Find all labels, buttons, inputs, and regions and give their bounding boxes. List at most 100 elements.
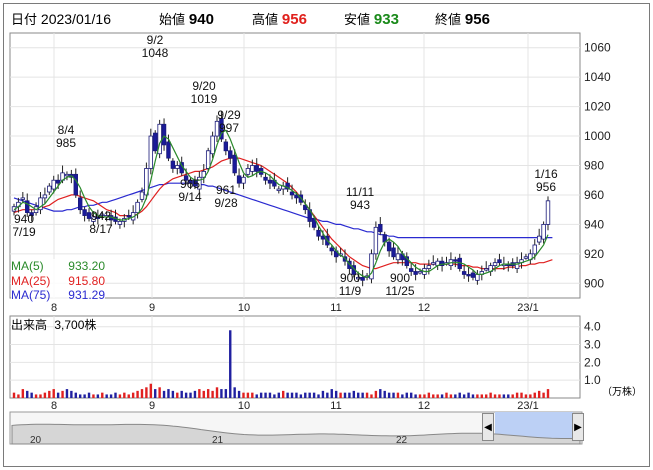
volume-bar: [273, 394, 276, 398]
volume-bar: [493, 394, 497, 398]
candle-body: [395, 253, 401, 261]
candle-body: [426, 265, 432, 269]
candle-body: [55, 179, 61, 184]
volume-bar: [414, 394, 417, 398]
candle-body: [73, 173, 78, 196]
annotation-date: 9/14: [178, 190, 202, 204]
price-tick-label: 1020: [584, 100, 611, 114]
candle-body: [254, 165, 259, 172]
candle-body: [532, 244, 537, 255]
volume-bar: [392, 392, 395, 398]
volume-bar: [489, 392, 492, 398]
candle-body: [475, 274, 480, 281]
volume-bar: [374, 390, 378, 398]
volume-bar: [131, 392, 135, 398]
annotation-date: 7/19: [12, 225, 36, 239]
candle-body: [175, 165, 180, 169]
volume-bar: [471, 394, 475, 398]
candle-body: [263, 176, 268, 181]
month-label: 10: [238, 302, 250, 314]
volume-bar: [211, 390, 214, 398]
ma-legend: MA(5) 933.20 MA(25) 915.80 MA(75) 931.29: [11, 259, 105, 303]
candle-body: [386, 241, 392, 252]
volume-bar: [529, 394, 532, 398]
volume-bar: [255, 394, 258, 398]
price-tick-label: 980: [584, 159, 604, 173]
navigator-left-handle[interactable]: ◀: [482, 413, 494, 441]
candle-body: [267, 179, 273, 184]
volume-bar: [343, 392, 347, 398]
annotation-price: 997: [219, 121, 239, 135]
annotation-date: 9/20: [192, 79, 216, 93]
volume-bar: [118, 394, 122, 398]
volume-bar: [149, 383, 153, 398]
annotation-price: 1048: [142, 46, 169, 60]
price-tick-label: 920: [584, 247, 604, 261]
volume-tick-label: 1.0: [584, 373, 601, 387]
volume-bar: [449, 394, 453, 398]
volume-bar: [423, 394, 426, 398]
volume-bar: [418, 394, 422, 398]
candle-body: [241, 176, 246, 184]
candle-body: [117, 221, 123, 225]
candle-body: [492, 262, 498, 267]
month-label: 12: [418, 400, 430, 412]
candle-body: [484, 268, 489, 271]
volume-bar: [48, 390, 51, 398]
candle-body: [205, 150, 211, 169]
candle-body: [42, 194, 48, 199]
volume-tick-label: 2.0: [584, 355, 601, 369]
volume-bar: [87, 392, 91, 398]
volume-bar: [242, 392, 245, 398]
candle-body: [223, 141, 229, 152]
month-label: 10: [238, 400, 250, 412]
volume-bar: [405, 392, 408, 398]
price-tick-label: 960: [584, 188, 604, 202]
annotation-price: 961: [216, 183, 236, 197]
candle-body: [320, 235, 326, 240]
volume-bar: [427, 392, 431, 398]
candle-body: [126, 215, 131, 218]
volume-bar: [114, 392, 117, 398]
navigator-right-handle[interactable]: ▶: [572, 413, 584, 441]
annotation-date: 9/29: [217, 108, 241, 122]
volume-bar: [30, 392, 33, 398]
month-axis-top: 8 9 10 11 12 23/1: [51, 302, 539, 314]
volume-bar: [387, 392, 391, 398]
ma-legend-item: MA(25) 915.80: [11, 273, 105, 288]
volume-bar: [502, 394, 506, 398]
volume-bar: [136, 390, 139, 398]
volume-title-label: 出来高: [11, 318, 48, 332]
volume-bar: [440, 394, 444, 398]
volume-bar: [39, 394, 42, 398]
volume-bar: [290, 392, 294, 398]
annotation-price: 942: [91, 209, 111, 223]
volume-bar: [264, 392, 267, 398]
month-label: 9: [149, 400, 155, 412]
volume-bar: [229, 330, 232, 398]
volume-bar: [485, 394, 488, 398]
candle-body: [20, 197, 26, 200]
candle-body: [461, 271, 467, 275]
candle-body: [523, 256, 529, 259]
volume-title: 出来高 3,700株: [11, 316, 96, 333]
candle-body: [210, 135, 215, 155]
volume-bar: [74, 392, 77, 398]
volume-bar: [326, 392, 329, 398]
volume-bar: [224, 389, 228, 398]
candle-body: [250, 165, 255, 172]
volume-bar: [286, 392, 289, 398]
month-label: 11: [330, 400, 341, 412]
candle-body: [82, 209, 87, 216]
volume-bar: [171, 390, 175, 398]
candle-body: [236, 175, 242, 184]
volume-bar: [127, 394, 130, 398]
price-tick-label: 1060: [584, 41, 611, 55]
volume-bar: [308, 392, 311, 398]
candle-body: [378, 223, 383, 233]
volume-bar: [379, 389, 382, 398]
volume-bar: [282, 390, 285, 398]
volume-bar: [251, 392, 254, 398]
volume-bar: [17, 394, 20, 398]
candle-body: [245, 168, 251, 175]
